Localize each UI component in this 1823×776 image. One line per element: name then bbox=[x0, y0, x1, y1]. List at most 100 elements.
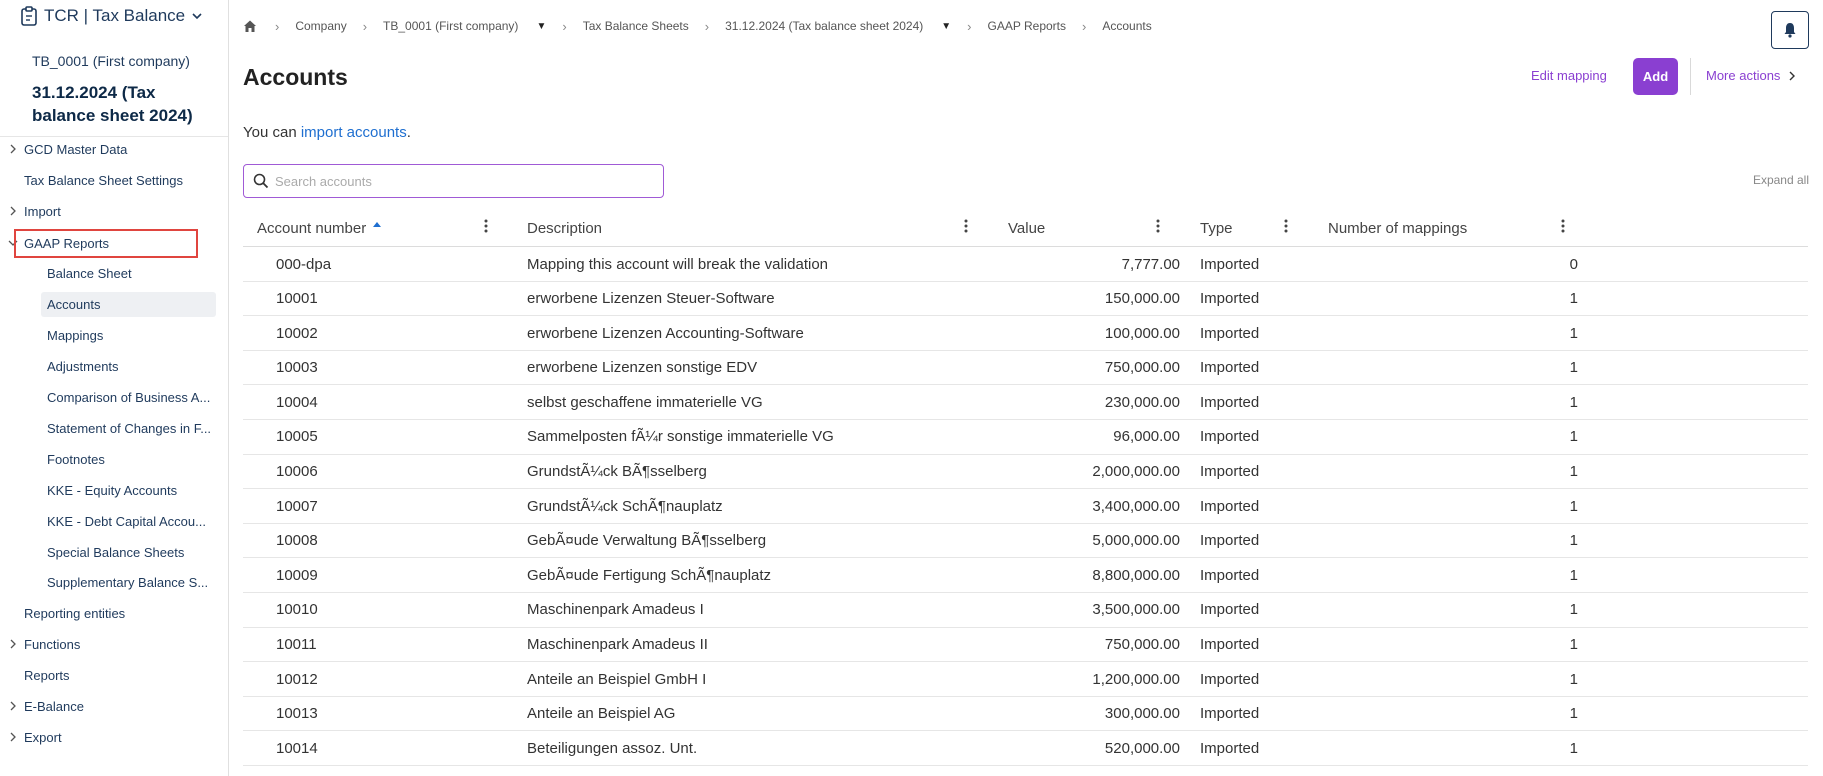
breadcrumb-company[interactable]: Company bbox=[295, 19, 346, 33]
company-name[interactable]: TB_0001 (First company) bbox=[32, 53, 190, 69]
breadcrumb-gaap-reports[interactable]: GAAP Reports bbox=[988, 19, 1066, 33]
kebab-icon[interactable] bbox=[1561, 219, 1565, 238]
sidebar-item-export[interactable]: Export bbox=[0, 724, 228, 750]
kebab-icon[interactable] bbox=[484, 219, 488, 238]
breadcrumb-company-value[interactable]: TB_0001 (First company) bbox=[383, 19, 518, 33]
column-header-type[interactable]: Type bbox=[1200, 209, 1233, 247]
sidebar-subitem-comparison-business[interactable]: Comparison of Business A... bbox=[41, 385, 216, 410]
table-row[interactable]: 10012 Anteile an Beispiel GmbH I 1,200,000… bbox=[243, 662, 1808, 697]
sidebar-subitem-kke-equity[interactable]: KKE - Equity Accounts bbox=[41, 478, 216, 503]
sidebar-subitem-special-balance-sheets[interactable]: Special Balance Sheets bbox=[41, 540, 216, 565]
column-header-account-number[interactable]: Account number bbox=[257, 209, 382, 247]
chevron-down-icon bbox=[8, 240, 18, 246]
sidebar-subitem-supplementary-balance[interactable]: Supplementary Balance S... bbox=[41, 570, 216, 595]
period-title: 31.12.2024 (Tax balance sheet 2024) bbox=[32, 83, 193, 125]
cell-description: Beteiligungen assoz. Unt. bbox=[527, 739, 698, 757]
sidebar-subitem-mappings[interactable]: Mappings bbox=[41, 323, 216, 348]
cell-account-number: 10003 bbox=[276, 359, 318, 377]
notifications-button[interactable] bbox=[1771, 11, 1809, 49]
sidebar-item-gcd-master-data[interactable]: GCD Master Data bbox=[0, 136, 228, 162]
expand-all-button[interactable]: Expand all bbox=[1753, 173, 1809, 187]
breadcrumb-tax-balance-sheets[interactable]: Tax Balance Sheets bbox=[583, 19, 689, 33]
sidebar-subitem-footnotes[interactable]: Footnotes bbox=[41, 447, 216, 472]
column-header-description[interactable]: Description bbox=[527, 209, 602, 247]
cell-value: 300,000.00 bbox=[1104, 705, 1180, 723]
import-hint-suffix: . bbox=[406, 124, 411, 141]
table-row[interactable]: 10010 Maschinenpark Amadeus I 3,500,000.00… bbox=[243, 593, 1808, 628]
caret-down-icon[interactable]: ▼ bbox=[536, 21, 546, 32]
cell-account-number: 10001 bbox=[276, 290, 318, 308]
sidebar-subitem-label: Accounts bbox=[47, 297, 101, 312]
table-row[interactable]: 10004 selbst geschaffene immaterielle VG 2… bbox=[243, 385, 1808, 420]
sidebar-subitem-accounts[interactable]: Accounts bbox=[41, 292, 216, 317]
breadcrumb: › Company › TB_0001 (First company) ▼ › … bbox=[243, 16, 1152, 36]
sidebar-subitem-label: Supplementary Balance S... bbox=[47, 575, 209, 590]
breadcrumb-sheet-value[interactable]: 31.12.2024 (Tax balance sheet 2024) bbox=[725, 19, 923, 33]
breadcrumb-separator: › bbox=[967, 18, 972, 34]
column-header-value[interactable]: Value bbox=[1008, 209, 1045, 247]
table-row[interactable]: 10006 GrundstÃ¼ck BÃ¶sselberg 2,000,000.00… bbox=[243, 455, 1808, 490]
cell-value: 1,200,000.00 bbox=[1092, 670, 1180, 688]
cell-description: Maschinenpark Amadeus II bbox=[527, 636, 708, 654]
sidebar-subitem-label: Special Balance Sheets bbox=[47, 545, 185, 560]
sidebar-item-functions[interactable]: Functions bbox=[0, 631, 228, 657]
table-row[interactable]: 10005 Sammelposten fÃ¼r sonstige immateri… bbox=[243, 420, 1808, 455]
import-accounts-link[interactable]: import accounts bbox=[301, 124, 407, 141]
sidebar-item-reports[interactable]: Reports bbox=[0, 662, 228, 688]
table-row[interactable]: 10011 Maschinenpark Amadeus II 750,000.00 I… bbox=[243, 628, 1808, 663]
add-button[interactable]: Add bbox=[1633, 58, 1678, 95]
table-row[interactable]: 000-dpa Mapping this account will break t… bbox=[243, 247, 1808, 282]
edit-mapping-button[interactable]: Edit mapping bbox=[1531, 68, 1607, 83]
sidebar-subitem-adjustments[interactable]: Adjustments bbox=[41, 354, 216, 379]
cell-account-number: 10013 bbox=[276, 705, 318, 723]
sidebar-item-e-balance[interactable]: E-Balance bbox=[0, 693, 228, 719]
breadcrumb-current: Accounts bbox=[1102, 19, 1152, 33]
cell-description: GebÃ¤ude Verwaltung BÃ¶sselberg bbox=[527, 532, 767, 550]
column-header-number-of-mappings[interactable]: Number of mappings bbox=[1328, 209, 1467, 247]
search-box[interactable] bbox=[243, 164, 664, 198]
table-row[interactable]: 10013 Anteile an Beispiel AG 300,000.00 Imp… bbox=[243, 697, 1808, 732]
app-name: TCR | Tax Balance bbox=[44, 6, 186, 25]
table-row[interactable]: 10009 GebÃ¤ude Fertigung SchÃ¶nauplatz 8,8… bbox=[243, 558, 1808, 593]
cell-description: Anteile an Beispiel GmbH I bbox=[527, 670, 707, 688]
more-actions-label: More actions bbox=[1706, 68, 1781, 83]
more-actions-button[interactable]: More actions bbox=[1706, 68, 1797, 83]
cell-mappings: 1 bbox=[1569, 359, 1578, 377]
cell-account-number: 10002 bbox=[276, 324, 318, 342]
kebab-icon[interactable] bbox=[1284, 219, 1288, 238]
cell-value: 5,000,000.00 bbox=[1092, 532, 1180, 550]
cell-value: 3,400,000.00 bbox=[1092, 497, 1180, 515]
table-row[interactable]: 10001 erworbene Lizenzen Steuer-Software 1… bbox=[243, 282, 1808, 317]
table-row[interactable]: 10008 GebÃ¤ude Verwaltung BÃ¶sselberg 5,00… bbox=[243, 524, 1808, 559]
sidebar-subitem-statement-of-changes[interactable]: Statement of Changes in F... bbox=[41, 416, 216, 441]
sidebar-item-reporting-entities[interactable]: Reporting entities bbox=[0, 600, 228, 626]
sidebar: TCR | Tax Balance TB_0001 (First company… bbox=[0, 0, 229, 776]
sidebar-item-label: GCD Master Data bbox=[24, 141, 128, 157]
cell-account-number: 10004 bbox=[276, 393, 318, 411]
app-root: TCR | Tax Balance TB_0001 (First company… bbox=[0, 0, 1823, 776]
sidebar-item-import[interactable]: Import bbox=[0, 198, 228, 224]
cell-value: 3,500,000.00 bbox=[1092, 601, 1180, 619]
cell-description: selbst geschaffene immaterielle VG bbox=[527, 393, 763, 411]
sidebar-item-tax-balance-sheet-settings[interactable]: Tax Balance Sheet Settings bbox=[0, 167, 228, 193]
cell-mappings: 1 bbox=[1569, 497, 1578, 515]
sidebar-subitem-balance-sheet[interactable]: Balance Sheet bbox=[41, 261, 216, 286]
table-row[interactable]: 10002 erworbene Lizenzen Accounting-Softw… bbox=[243, 316, 1808, 351]
cell-description: GebÃ¤ude Fertigung SchÃ¶nauplatz bbox=[527, 566, 772, 584]
sidebar-subitem-label: Comparison of Business A... bbox=[47, 390, 211, 405]
cell-description: Anteile an Beispiel AG bbox=[527, 705, 676, 723]
sidebar-item-gaap-reports[interactable]: GAAP Reports bbox=[0, 230, 228, 256]
cell-value: 230,000.00 bbox=[1104, 393, 1180, 411]
cell-description: Sammelposten fÃ¼r sonstige immaterielle … bbox=[527, 428, 834, 446]
table-row[interactable]: 10007 GrundstÃ¼ck SchÃ¶nauplatz 3,400,000.… bbox=[243, 489, 1808, 524]
table-row[interactable]: 10014 Beteiligungen assoz. Unt. 520,000.00… bbox=[243, 731, 1808, 766]
cell-account-number: 10011 bbox=[276, 636, 317, 654]
home-icon[interactable] bbox=[243, 18, 259, 34]
sidebar-subitem-kke-debt[interactable]: KKE - Debt Capital Accou... bbox=[41, 509, 216, 534]
kebab-icon[interactable] bbox=[1156, 219, 1160, 238]
app-switcher[interactable]: TCR | Tax Balance bbox=[20, 4, 203, 28]
search-input[interactable] bbox=[275, 173, 655, 189]
table-row[interactable]: 10003 erworbene Lizenzen sonstige EDV 750,… bbox=[243, 351, 1808, 386]
kebab-icon[interactable] bbox=[964, 219, 968, 238]
caret-down-icon[interactable]: ▼ bbox=[941, 21, 951, 32]
